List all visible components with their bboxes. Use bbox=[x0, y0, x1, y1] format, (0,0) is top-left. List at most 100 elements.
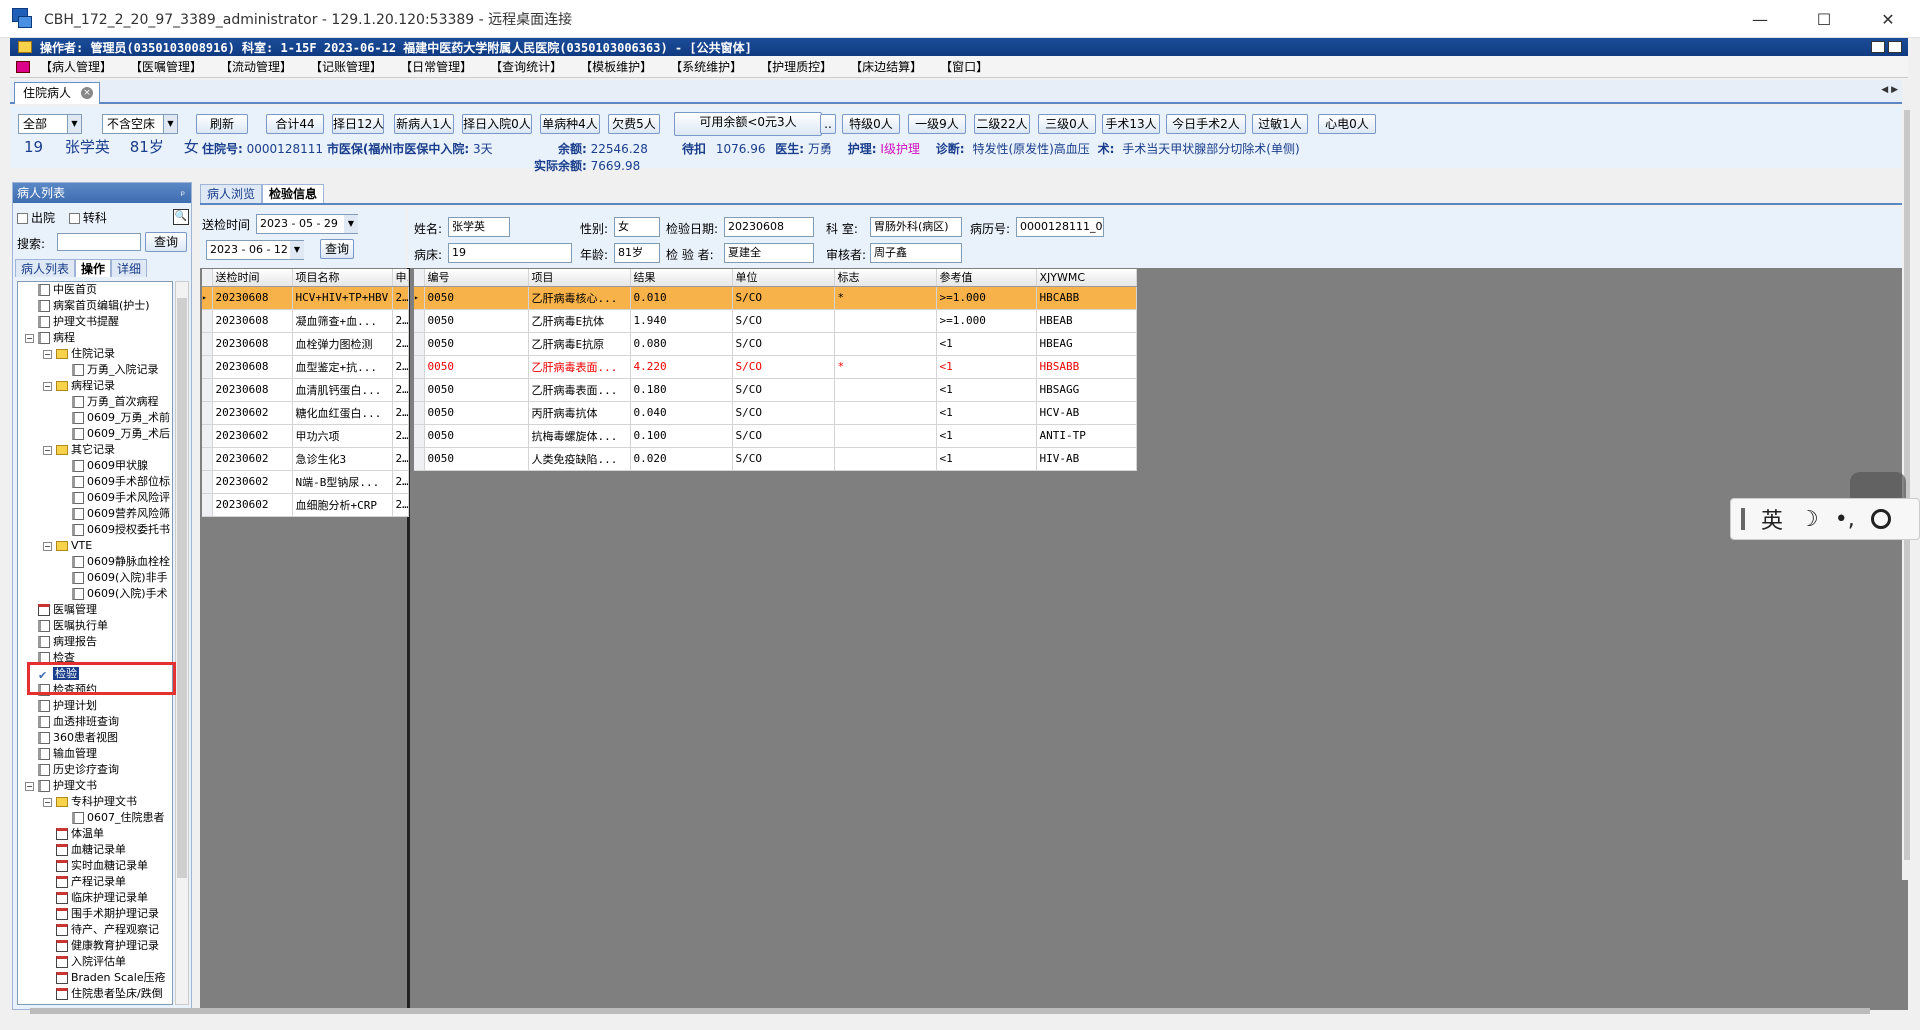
menu-item[interactable]: 【医嘱管理】 bbox=[130, 58, 202, 75]
tree-node[interactable]: 万勇_首次病程 bbox=[72, 394, 159, 410]
table-row[interactable]: 20230602 甲功六项 20 bbox=[202, 424, 409, 448]
tree-toggle-icon[interactable]: − bbox=[43, 797, 52, 807]
toolbar-button[interactable]: 择日入院0人 bbox=[462, 114, 532, 134]
table-row[interactable]: 20230602 糖化血红蛋白... 20 bbox=[202, 401, 409, 425]
tree-node[interactable]: 0609授权委托书 bbox=[72, 522, 170, 538]
calendar-dropdown-icon[interactable]: ▼ bbox=[344, 215, 358, 233]
discharge-filter[interactable]: 出院 转科 bbox=[17, 209, 107, 226]
toolbar-button[interactable]: 一级9人 bbox=[908, 114, 966, 134]
row-header[interactable] bbox=[202, 493, 213, 517]
tree-node[interactable]: 0607_住院患者 bbox=[72, 810, 165, 826]
tree-node[interactable]: 0609(入院)非手 bbox=[72, 570, 168, 586]
date-from-field[interactable]: 2023 - 05 - 29 bbox=[256, 214, 358, 234]
search-query-button[interactable]: 查询 bbox=[145, 232, 187, 252]
tab-scroll-arrows[interactable]: ◀ ▶ bbox=[1881, 85, 1898, 95]
tree-node[interactable]: 0609营养风险筛 bbox=[72, 506, 170, 522]
table-row[interactable]: 0050 乙肝病毒表面... 0.180 S/CO <1 HBSAGG bbox=[414, 378, 1137, 402]
row-header[interactable] bbox=[202, 378, 213, 402]
discharge-checkbox[interactable] bbox=[17, 213, 28, 224]
tree-node[interactable]: − 护理文书 bbox=[25, 778, 97, 794]
table-row[interactable]: 0050 乙肝病毒E抗原 0.080 S/CO <1 HBEAG bbox=[414, 332, 1137, 356]
main-tab[interactable]: 检验信息 bbox=[262, 184, 325, 204]
menu-item[interactable]: 【床边结算】 bbox=[850, 58, 922, 75]
tree-toggle-icon[interactable]: − bbox=[43, 349, 52, 359]
menu-item[interactable]: 【窗口】 bbox=[940, 58, 988, 75]
bed-filter-select[interactable]: 不含空床 ▼ bbox=[102, 114, 178, 134]
tree-node[interactable]: 护理文书提醒 bbox=[38, 314, 119, 330]
tree-node[interactable]: 0609静脉血栓栓 bbox=[72, 554, 170, 570]
menu-item[interactable]: 【系统维护】 bbox=[670, 58, 742, 75]
column-header[interactable]: 申 bbox=[392, 269, 409, 287]
search-icon[interactable]: 🔍 bbox=[173, 209, 189, 225]
column-header[interactable]: XJYWMC bbox=[1036, 269, 1137, 287]
moon-icon[interactable]: ☽ bbox=[1799, 507, 1819, 532]
toolbar-button[interactable]: 欠费5人 bbox=[608, 114, 660, 134]
row-header[interactable] bbox=[414, 401, 425, 425]
menu-item[interactable]: 【护理质控】 bbox=[760, 58, 832, 75]
toolbar-button[interactable]: 过敏1人 bbox=[1252, 114, 1308, 134]
date-query-button[interactable]: 查询 bbox=[320, 239, 354, 259]
table-row[interactable]: 20230602 N端-B型钠尿... 20 bbox=[202, 470, 409, 494]
tree-node[interactable]: 血透排班查询 bbox=[38, 714, 119, 730]
tree-node[interactable]: Braden Scale压疮 bbox=[56, 970, 166, 986]
column-header[interactable]: 结果 bbox=[630, 269, 733, 287]
tree-node[interactable]: − 住院记录 bbox=[43, 346, 115, 362]
tree-node[interactable]: − 病程 bbox=[25, 330, 75, 346]
row-header[interactable] bbox=[414, 355, 425, 379]
chevron-down-icon[interactable]: ▼ bbox=[163, 115, 177, 133]
ime-handle[interactable] bbox=[1741, 508, 1745, 530]
table-row[interactable]: ▸ 0050 乙肝病毒核心... 0.010 S/CO * >=1.000 HBCABB bbox=[414, 286, 1137, 310]
column-header[interactable]: 编号 bbox=[424, 269, 529, 287]
column-header[interactable]: 单位 bbox=[732, 269, 835, 287]
row-header[interactable] bbox=[202, 309, 213, 333]
main-tab[interactable]: 病人浏览 bbox=[200, 184, 263, 204]
column-header[interactable]: 参考值 bbox=[936, 269, 1037, 287]
toolbar-button[interactable]: 心电0人 bbox=[1318, 114, 1376, 134]
tree-node[interactable]: 血糖记录单 bbox=[56, 842, 126, 858]
row-header[interactable] bbox=[414, 447, 425, 471]
tree-toggle-icon[interactable]: − bbox=[43, 541, 52, 551]
table-row[interactable]: ▸ 20230608 HCV+HIV+TP+HBV 20 bbox=[202, 286, 409, 310]
toolbar-button[interactable]: 二级22人 bbox=[974, 114, 1030, 134]
tree-node[interactable]: 病案首页编辑(护士) bbox=[38, 298, 150, 314]
tree-node[interactable]: 历史诊疗查询 bbox=[38, 762, 119, 778]
toolbar-button[interactable]: 手术13人 bbox=[1102, 114, 1160, 134]
maximize-button[interactable]: ☐ bbox=[1792, 0, 1856, 38]
table-row[interactable]: 20230608 血清肌钙蛋白... 20 bbox=[202, 378, 409, 402]
tree-toggle-icon[interactable]: − bbox=[25, 333, 34, 343]
menu-item[interactable]: 【记账管理】 bbox=[310, 58, 382, 75]
tree-node[interactable]: 临床护理记录单 bbox=[56, 890, 148, 906]
tree-node[interactable]: 中医首页 bbox=[38, 282, 97, 298]
gear-icon[interactable] bbox=[1870, 509, 1891, 529]
tree-node[interactable]: 入院评估单 bbox=[56, 954, 126, 970]
tree-node[interactable]: − 病程记录 bbox=[43, 378, 115, 394]
tree-node[interactable]: 医嘱管理 bbox=[38, 602, 97, 618]
column-header[interactable]: 标志 bbox=[834, 269, 937, 287]
toolbar-button[interactable]: .. bbox=[820, 114, 836, 134]
scrollbar-thumb[interactable] bbox=[177, 298, 187, 878]
calendar-dropdown-icon[interactable]: ▼ bbox=[290, 241, 304, 259]
row-header[interactable] bbox=[414, 378, 425, 402]
tree-node[interactable]: 待产、产程观察记 bbox=[56, 922, 159, 938]
left-tab[interactable]: 详细 bbox=[111, 259, 148, 277]
tab-inpatients[interactable]: 住院病人 × bbox=[14, 82, 101, 104]
tree-node[interactable]: 住院患者坠床/跌倒 bbox=[56, 986, 163, 1002]
tree-node[interactable]: 0609_万勇_术前 bbox=[72, 410, 170, 426]
left-tab[interactable]: 操作 bbox=[75, 259, 112, 277]
menu-item[interactable]: 【查询统计】 bbox=[490, 58, 562, 75]
table-row[interactable]: 0050 抗梅毒螺旋体... 0.100 S/CO <1 ANTI-TP bbox=[414, 424, 1137, 448]
tree-node[interactable]: 医嘱执行单 bbox=[38, 618, 108, 634]
tree-node[interactable]: − VTE bbox=[43, 538, 92, 554]
table-row[interactable]: 0050 人类免疫缺陷... 0.020 S/CO <1 HIV-AB bbox=[414, 447, 1137, 471]
tree-toggle-icon[interactable]: − bbox=[43, 445, 52, 455]
toolbar-button[interactable]: 刷新 bbox=[196, 114, 248, 134]
tree-node[interactable]: − 专科护理文书 bbox=[43, 794, 137, 810]
tree-node[interactable]: 360患者视图 bbox=[38, 730, 118, 746]
table-row[interactable]: 0050 乙肝病毒E抗体 1.940 S/CO >=1.000 HBEAB bbox=[414, 309, 1137, 333]
tree-node[interactable]: 体温单 bbox=[56, 826, 104, 842]
menu-item[interactable]: 【流动管理】 bbox=[220, 58, 292, 75]
close-tab-icon[interactable]: × bbox=[81, 87, 94, 99]
tree-node[interactable]: 0609手术部位标 bbox=[72, 474, 170, 490]
minimize-button[interactable]: — bbox=[1728, 0, 1792, 38]
transfer-checkbox[interactable] bbox=[68, 213, 80, 224]
